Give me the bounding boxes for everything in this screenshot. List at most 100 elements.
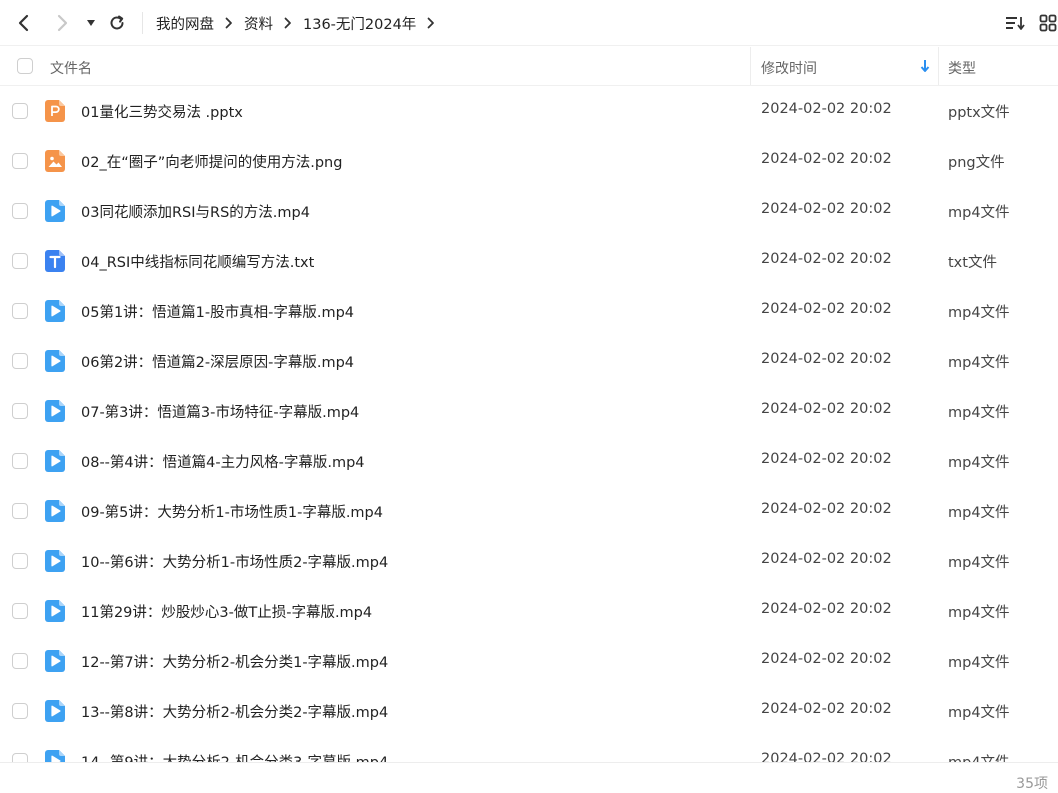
video-icon bbox=[45, 650, 66, 672]
file-type: mp4文件 bbox=[948, 705, 1010, 721]
row-checkbox[interactable] bbox=[12, 253, 28, 269]
row-checkbox[interactable] bbox=[12, 103, 28, 119]
file-row[interactable]: 11第29讲：炒股炒心3-做T止损-字幕版.mp4 2024-02-02 20:0… bbox=[0, 586, 1058, 636]
file-name[interactable]: 13--第8讲：大势分析2-机会分类2-字幕版.mp4 bbox=[81, 701, 388, 722]
row-checkbox[interactable] bbox=[12, 153, 28, 169]
file-name[interactable]: 06第2讲：悟道篇2-深层原因-字幕版.mp4 bbox=[81, 351, 354, 372]
file-name[interactable]: 14--第9讲：大势分析2-机会分类3-字幕版.mp4 bbox=[81, 751, 388, 762]
file-name[interactable]: 01量化三势交易法 .pptx bbox=[81, 101, 243, 122]
select-all-checkbox[interactable] bbox=[17, 58, 33, 74]
row-checkbox[interactable] bbox=[12, 453, 28, 469]
row-checkbox[interactable] bbox=[12, 203, 28, 219]
sort-descending-icon[interactable] bbox=[919, 59, 931, 77]
column-header-time[interactable]: 修改时间 bbox=[761, 58, 817, 78]
file-modified-time: 2024-02-02 20:02 bbox=[761, 101, 892, 117]
column-header-name[interactable]: 文件名 bbox=[50, 58, 92, 78]
video-icon bbox=[45, 500, 66, 522]
refresh-button[interactable] bbox=[105, 11, 129, 35]
file-row[interactable]: 07-第3讲：悟道篇3-市场特征-字幕版.mp4 2024-02-02 20:02… bbox=[0, 386, 1058, 436]
row-checkbox[interactable] bbox=[12, 553, 28, 569]
video-icon bbox=[45, 600, 66, 622]
chevron-right-icon bbox=[57, 14, 68, 32]
column-divider[interactable] bbox=[938, 47, 939, 85]
text-icon bbox=[45, 250, 66, 272]
file-type: txt文件 bbox=[948, 255, 997, 271]
file-type: mp4文件 bbox=[948, 655, 1010, 671]
file-type: mp4文件 bbox=[948, 605, 1010, 621]
row-checkbox[interactable] bbox=[12, 703, 28, 719]
file-row[interactable]: 10--第6讲：大势分析1-市场性质2-字幕版.mp4 2024-02-02 20… bbox=[0, 536, 1058, 586]
file-modified-time: 2024-02-02 20:02 bbox=[761, 751, 892, 762]
file-row[interactable]: 06第2讲：悟道篇2-深层原因-字幕版.mp4 2024-02-02 20:02 m… bbox=[0, 336, 1058, 386]
file-row[interactable]: 08--第4讲：悟道篇4-主力风格-字幕版.mp4 2024-02-02 20:0… bbox=[0, 436, 1058, 486]
grid-view-button[interactable] bbox=[1036, 12, 1058, 34]
file-name[interactable]: 12--第7讲：大势分析2-机会分类1-字幕版.mp4 bbox=[81, 651, 388, 672]
file-type: mp4文件 bbox=[948, 205, 1010, 221]
file-type: mp4文件 bbox=[948, 305, 1010, 321]
file-row[interactable]: 02_在“圈子”向老师提问的使用方法.png 2024-02-02 20:02 pn… bbox=[0, 136, 1058, 186]
column-header-type[interactable]: 类型 bbox=[948, 58, 976, 78]
file-modified-time: 2024-02-02 20:02 bbox=[761, 201, 892, 217]
file-name[interactable]: 08--第4讲：悟道篇4-主力风格-字幕版.mp4 bbox=[81, 451, 365, 472]
file-name[interactable]: 04_RSI中线指标同花顺编写方法.txt bbox=[81, 251, 314, 272]
breadcrumb-separator-icon bbox=[214, 13, 244, 33]
column-header: 文件名 修改时间 类型 bbox=[0, 47, 1058, 86]
column-divider[interactable] bbox=[750, 47, 751, 85]
file-row[interactable]: 13--第8讲：大势分析2-机会分类2-字幕版.mp4 2024-02-02 20… bbox=[0, 686, 1058, 736]
file-modified-time: 2024-02-02 20:02 bbox=[761, 151, 892, 167]
row-checkbox[interactable] bbox=[12, 753, 28, 762]
breadcrumb-item-current[interactable]: 136-无门2024年 bbox=[303, 13, 416, 34]
file-modified-time: 2024-02-02 20:02 bbox=[761, 451, 892, 467]
file-row[interactable]: 14--第9讲：大势分析2-机会分类3-字幕版.mp4 2024-02-02 20… bbox=[0, 736, 1058, 762]
row-checkbox[interactable] bbox=[12, 303, 28, 319]
sort-button[interactable] bbox=[1003, 12, 1027, 34]
video-icon bbox=[45, 350, 66, 372]
file-row[interactable]: 05第1讲：悟道篇1-股市真相-字幕版.mp4 2024-02-02 20:02 m… bbox=[0, 286, 1058, 336]
file-type: mp4文件 bbox=[948, 751, 1010, 762]
status-bar: 35项 bbox=[0, 762, 1058, 793]
file-name[interactable]: 07-第3讲：悟道篇3-市场特征-字幕版.mp4 bbox=[81, 401, 359, 422]
row-checkbox[interactable] bbox=[12, 353, 28, 369]
file-modified-time: 2024-02-02 20:02 bbox=[761, 701, 892, 717]
file-name[interactable]: 03同花顺添加RSI与RS的方法.mp4 bbox=[81, 201, 310, 222]
file-modified-time: 2024-02-02 20:02 bbox=[761, 651, 892, 667]
file-name[interactable]: 10--第6讲：大势分析1-市场性质2-字幕版.mp4 bbox=[81, 551, 388, 572]
forward-button[interactable] bbox=[50, 11, 74, 35]
file-name[interactable]: 09-第5讲：大势分析1-市场性质1-字幕版.mp4 bbox=[81, 501, 383, 522]
file-row[interactable]: 01量化三势交易法 .pptx 2024-02-02 20:02 pptx文件 bbox=[0, 86, 1058, 136]
refresh-icon bbox=[110, 15, 124, 30]
history-dropdown-button[interactable] bbox=[79, 11, 103, 35]
file-modified-time: 2024-02-02 20:02 bbox=[761, 351, 892, 367]
row-checkbox[interactable] bbox=[12, 403, 28, 419]
file-row[interactable]: 04_RSI中线指标同花顺编写方法.txt 2024-02-02 20:02 txt… bbox=[0, 236, 1058, 286]
file-type: mp4文件 bbox=[948, 505, 1010, 521]
sort-list-icon bbox=[1005, 17, 1025, 30]
file-type: mp4文件 bbox=[948, 355, 1010, 371]
video-icon bbox=[45, 400, 66, 422]
breadcrumb-separator-icon bbox=[273, 13, 303, 33]
file-row[interactable]: 12--第7讲：大势分析2-机会分类1-字幕版.mp4 2024-02-02 20… bbox=[0, 636, 1058, 686]
file-modified-time: 2024-02-02 20:02 bbox=[761, 601, 892, 617]
file-row[interactable]: 09-第5讲：大势分析1-市场性质1-字幕版.mp4 2024-02-02 20:… bbox=[0, 486, 1058, 536]
row-checkbox[interactable] bbox=[12, 653, 28, 669]
ppt-icon bbox=[45, 100, 66, 122]
breadcrumb-item-root[interactable]: 我的网盘 bbox=[156, 13, 214, 34]
file-type: pptx文件 bbox=[948, 105, 1010, 121]
row-checkbox[interactable] bbox=[12, 603, 28, 619]
file-name[interactable]: 02_在“圈子”向老师提问的使用方法.png bbox=[81, 151, 342, 172]
video-icon bbox=[45, 200, 66, 222]
breadcrumb-separator-icon[interactable] bbox=[416, 13, 446, 33]
video-icon bbox=[45, 450, 66, 472]
breadcrumb-item-materials[interactable]: 资料 bbox=[244, 13, 273, 34]
file-modified-time: 2024-02-02 20:02 bbox=[761, 251, 892, 267]
file-name[interactable]: 05第1讲：悟道篇1-股市真相-字幕版.mp4 bbox=[81, 301, 354, 322]
toolbar-divider bbox=[142, 12, 143, 34]
file-type: mp4文件 bbox=[948, 405, 1010, 421]
back-button[interactable] bbox=[12, 11, 36, 35]
file-modified-time: 2024-02-02 20:02 bbox=[761, 501, 892, 517]
file-modified-time: 2024-02-02 20:02 bbox=[761, 551, 892, 567]
file-name[interactable]: 11第29讲：炒股炒心3-做T止损-字幕版.mp4 bbox=[81, 601, 372, 622]
file-row[interactable]: 03同花顺添加RSI与RS的方法.mp4 2024-02-02 20:02 mp4文… bbox=[0, 186, 1058, 236]
row-checkbox[interactable] bbox=[12, 503, 28, 519]
video-icon bbox=[45, 550, 66, 572]
